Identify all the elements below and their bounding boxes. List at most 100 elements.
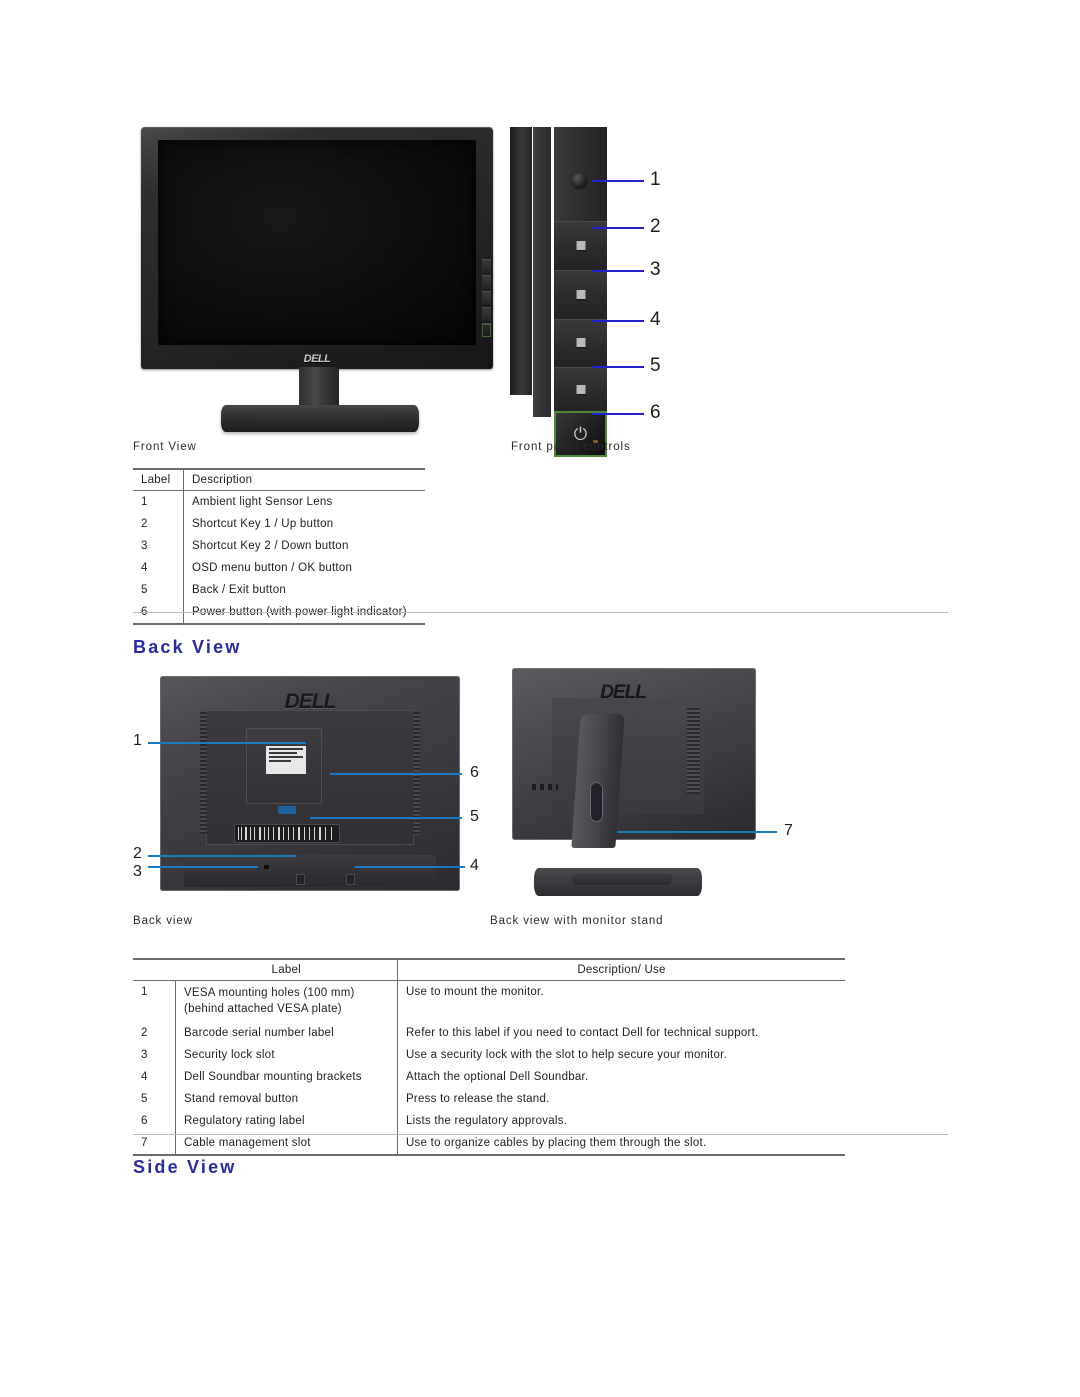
row-description: Ambient light Sensor Lens — [192, 496, 333, 508]
callout-number-6: 6 — [650, 402, 661, 423]
leader-line-b2 — [148, 855, 296, 857]
side-view-heading: Side View — [133, 1157, 237, 1177]
soundbar-mounting-bracket-right — [346, 874, 355, 885]
callout-number-b7: 7 — [784, 822, 793, 839]
front-view-caption: Front View — [133, 441, 197, 453]
side-button-power — [482, 323, 491, 337]
callout-number-3: 3 — [650, 259, 661, 280]
back-view-with-stand-image: DELL — [512, 668, 772, 896]
vent-angled — [687, 708, 700, 794]
row-label: Dell Soundbar mounting brackets — [175, 1066, 398, 1089]
monitor-rear-shell-angled: DELL — [512, 668, 756, 840]
connector-ports — [532, 784, 558, 790]
row-description: Refer to this label if you need to conta… — [406, 1027, 759, 1040]
leader-line-4 — [592, 320, 644, 322]
row-number: 7 — [133, 1132, 176, 1157]
front-view-monitor-image: DELL — [133, 127, 505, 432]
monitor-stand-base-angled — [534, 868, 702, 896]
front-table-header-description: Description — [183, 468, 425, 491]
back-view-caption: Back view — [133, 915, 193, 927]
row-description: Use to organize cables by placing them t… — [397, 1132, 845, 1157]
row-number: 4 — [133, 1066, 176, 1089]
table-row: 5 Back / Exit button — [133, 579, 425, 601]
side-button-4 — [482, 307, 491, 321]
row-number: 5 — [133, 1088, 176, 1111]
monitor-stand-base — [221, 405, 419, 432]
vent-left — [200, 712, 207, 835]
section-divider-1 — [133, 612, 948, 613]
callout-number-b4: 4 — [470, 857, 479, 874]
row-number: 3 — [133, 1044, 176, 1067]
monitor-rear-shell: DELL — [160, 676, 460, 891]
callout-number-b3: 3 — [133, 863, 142, 880]
row-description: Use a security lock with the slot to hel… — [406, 1049, 728, 1062]
button-dot-icon — [576, 385, 585, 394]
back-table-header-description: Description/ Use — [397, 958, 845, 981]
back-exit-button — [554, 367, 607, 412]
row-label: 2 — [133, 513, 184, 535]
row-description: Back / Exit button — [192, 584, 286, 596]
leader-line-b7 — [617, 831, 777, 833]
callout-number-b1: 1 — [133, 732, 142, 749]
table-row: 7 Cable management slot Use to organize … — [133, 1132, 845, 1157]
back-view-parts-table: Label Description/ Use 1 VESA mounting h… — [133, 958, 845, 1157]
callout-number-b2: 2 — [133, 845, 142, 862]
front-table-body: 1 Ambient light Sensor Lens 2 Shortcut K… — [133, 490, 425, 625]
row-label: Cable management slot — [175, 1132, 398, 1157]
row-label: Barcode serial number label — [175, 1022, 398, 1045]
button-dot-icon — [576, 290, 585, 299]
table-row: 3 Security lock slot Use a security lock… — [133, 1044, 845, 1067]
leader-line-6 — [592, 413, 644, 415]
security-lock-slot — [264, 865, 269, 869]
back-view-stand-caption: Back view with monitor stand — [490, 915, 664, 927]
section-divider-2 — [133, 1134, 948, 1135]
callout-number-5: 5 — [650, 355, 661, 376]
front-table-header-label: Label — [133, 468, 184, 491]
row-description: Shortcut Key 1 / Up button — [192, 518, 334, 530]
callout-number-1: 1 — [650, 169, 661, 190]
row-description: OSD menu button / OK button — [192, 562, 353, 574]
front-side-buttons — [482, 259, 491, 337]
row-number: 1 — [133, 980, 176, 1023]
row-label: 3 — [133, 535, 184, 557]
row-number: 6 — [133, 1110, 176, 1133]
soundbar-mounting-bracket-left — [296, 874, 305, 885]
leader-line-5 — [592, 366, 644, 368]
barcode-serial-number-label — [234, 824, 340, 843]
leader-line-1 — [592, 180, 644, 182]
power-icon: ⏻ — [573, 424, 588, 444]
back-table-header-number — [133, 958, 176, 981]
panel-left-edge — [510, 127, 532, 395]
row-description: Press to release the stand. — [406, 1093, 550, 1106]
table-row: 6 Regulatory rating label Lists the regu… — [133, 1110, 845, 1133]
leader-line-b3 — [148, 866, 258, 868]
monitor-bezel: DELL — [141, 127, 493, 369]
row-label: 5 — [133, 579, 184, 601]
row-description: Lists the regulatory approvals. — [406, 1115, 568, 1128]
callout-number-b5: 5 — [470, 808, 479, 825]
cable-management-slot — [590, 782, 603, 822]
table-row: 1 VESA mounting holes (100 mm) (behind a… — [133, 980, 845, 1023]
table-row: 5 Stand removal button Press to release … — [133, 1088, 845, 1111]
table-row: 4 Dell Soundbar mounting brackets Attach… — [133, 1066, 845, 1089]
table-row: 3 Shortcut Key 2 / Down button — [133, 535, 425, 557]
table-row: 2 Shortcut Key 1 / Up button — [133, 513, 425, 535]
front-panel-controls-image: ⏻ — [510, 127, 690, 457]
callout-number-b6: 6 — [470, 764, 479, 781]
leader-line-b4 — [355, 866, 465, 868]
back-table-header-row: Label Description/ Use — [133, 958, 845, 981]
table-row: 4 OSD menu button / OK button — [133, 557, 425, 579]
dell-logo-back-angled: DELL — [600, 682, 647, 703]
leader-line-2 — [592, 227, 644, 229]
front-table-head: Label Description — [133, 468, 425, 491]
row-label: 4 — [133, 557, 184, 579]
back-table-body: 1 VESA mounting holes (100 mm) (behind a… — [133, 980, 845, 1157]
leader-line-b6 — [330, 773, 462, 775]
table-row: 2 Barcode serial number label Refer to t… — [133, 1022, 845, 1045]
side-button-3 — [482, 291, 491, 305]
row-description: Attach the optional Dell Soundbar. — [406, 1071, 589, 1084]
row-description: Shortcut Key 2 / Down button — [192, 540, 349, 552]
front-table-header-row: Label Description — [133, 468, 425, 491]
leader-line-b5 — [310, 817, 462, 819]
row-label: Regulatory rating label — [175, 1110, 398, 1133]
